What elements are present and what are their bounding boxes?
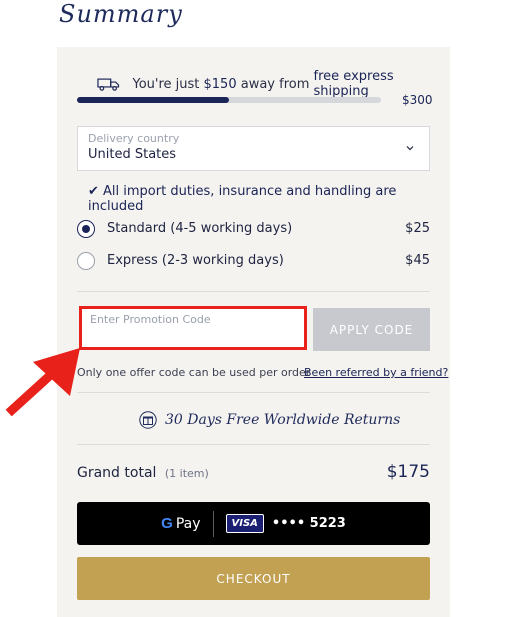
shipping-option-price: $45 [405, 253, 430, 268]
shipping-option-express[interactable]: Express (2-3 working days) $45 [77, 252, 430, 272]
gpay-label: Pay [175, 515, 201, 532]
google-pay-button[interactable]: G Pay VISA •••• 5223 [77, 502, 430, 545]
free-returns-banner: 30 Days Free Worldwide Returns [139, 411, 400, 429]
delivery-country-select[interactable]: Delivery country United States [77, 126, 430, 171]
shipping-option-price: $25 [405, 221, 430, 236]
shipping-prefix: You're just [132, 76, 204, 92]
divider [77, 444, 430, 445]
delivery-country-value: United States [88, 147, 177, 162]
shipping-threshold: $300 [402, 93, 433, 107]
chevron-down-icon [406, 146, 414, 151]
apply-code-button[interactable]: APPLY CODE [313, 308, 430, 351]
shipping-option-label: Standard (4-5 working days) [107, 221, 293, 236]
google-g-icon: G [161, 515, 173, 532]
truck-icon [97, 78, 120, 91]
shipping-mid: away from [236, 76, 314, 92]
summary-panel: You're just $150 away from free express … [57, 47, 450, 617]
grand-total-text: Grand total [77, 465, 157, 481]
grand-total-value: $175 [386, 462, 430, 482]
shipping-option-standard[interactable]: Standard (4-5 working days) $25 [77, 220, 430, 240]
duties-included-note: ✔ All import duties, insurance and handl… [88, 184, 397, 214]
item-count: (1 item) [164, 467, 209, 480]
returns-text: 30 Days Free Worldwide Returns [165, 412, 401, 428]
divider [77, 392, 430, 393]
page-title: Summary [59, 0, 183, 28]
shipping-progress-fill [77, 97, 229, 103]
radio-selected[interactable] [77, 220, 95, 238]
gpay-separator [212, 510, 214, 537]
shipping-option-label: Express (2-3 working days) [107, 253, 284, 268]
visa-card-icon: VISA [225, 514, 264, 533]
delivery-country-label: Delivery country [88, 132, 180, 145]
radio-unselected[interactable] [77, 252, 95, 270]
checkout-button[interactable]: CHECKOUT [77, 557, 430, 600]
referred-by-friend-link[interactable]: Been referred by a friend? [304, 366, 448, 379]
promotion-code-input[interactable] [79, 306, 307, 350]
shipping-amount: $150 [203, 76, 237, 92]
red-arrow-annotation-icon [5, 348, 80, 416]
free-shipping-message: You're just $150 away from free express … [97, 69, 450, 99]
card-number: •••• 5223 [271, 516, 346, 531]
shipping-progress-bar [77, 97, 381, 103]
divider [77, 291, 430, 292]
gift-icon [139, 411, 157, 429]
grand-total-label: Grand total (1 item) [77, 465, 209, 481]
offer-code-note: Only one offer code can be used per orde… [77, 366, 311, 379]
